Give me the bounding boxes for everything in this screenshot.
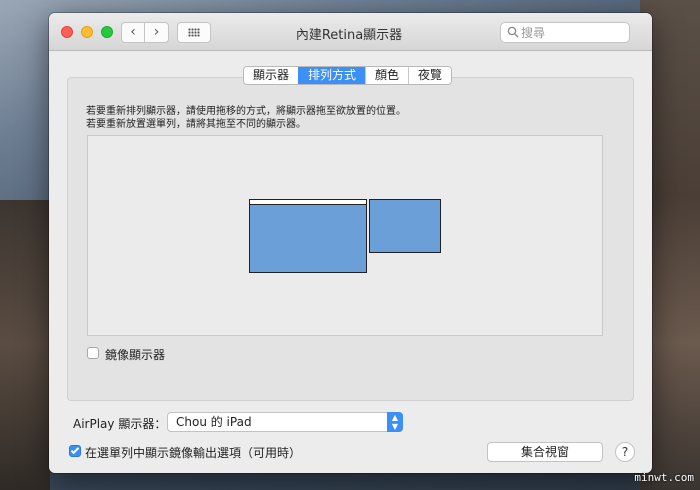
airplay-select[interactable]: Chou 的 iPad ▲ ▼ [167,412,403,432]
minimize-button[interactable] [81,26,93,38]
tab-color[interactable]: 顏色 [365,67,409,84]
magnifier-icon [507,26,519,38]
chevron-right-icon: › [153,24,160,40]
tab-arrangement[interactable]: 排列方式 [298,67,366,84]
main-display[interactable] [249,199,367,273]
tab-bar: 顯示器 排列方式 顏色 夜覽 [243,66,453,85]
preferences-window: ‹ › 內建Retina顯示器 顯示器 排列方式 顏色 夜覽 若要重新排列顯示器… [49,13,652,473]
show-mirroring-options-checkbox[interactable] [69,445,81,457]
display-arrangement-area [87,135,603,336]
titlebar: ‹ › 內建Retina顯示器 [49,13,652,51]
instruction-line-2: 若要重新放置選單列，請將其拖至不同的顯示器。 [86,119,306,130]
search-field[interactable] [500,22,630,43]
forward-button[interactable]: › [145,22,169,43]
close-button[interactable] [61,26,73,38]
help-button[interactable]: ? [615,442,635,462]
zoom-button[interactable] [101,26,113,38]
menu-bar-indicator[interactable] [250,200,366,205]
back-button[interactable]: ‹ [121,22,145,43]
show-all-button[interactable] [177,22,211,43]
secondary-display[interactable] [369,199,441,253]
gather-windows-button[interactable]: 集合視窗 [487,442,603,462]
chevron-left-icon: ‹ [130,24,136,40]
checkmark-icon [70,445,80,455]
watermark: minwt.com [634,471,694,484]
tab-display[interactable]: 顯示器 [244,67,299,84]
instruction-line-1: 若要重新排列顯示器，請使用拖移的方式，將顯示器拖至欲放置的位置。 [86,106,406,117]
instructions: 若要重新排列顯示器，請使用拖移的方式，將顯示器拖至欲放置的位置。 若要重新放置選… [86,105,406,131]
search-input[interactable] [521,25,626,41]
window-title: 內建Retina顯示器 [295,28,403,43]
mirror-displays-checkbox[interactable] [87,347,99,359]
airplay-selected-value: Chou 的 iPad [176,415,252,429]
show-mirroring-options-label: 在選單列中顯示鏡像輸出選項（可用時） [85,446,302,460]
mirror-displays-label: 鏡像顯示器 [105,348,166,362]
airplay-label: AirPlay 顯示器： [73,417,167,431]
desktop-rocks [0,200,50,490]
tab-night-shift[interactable]: 夜覽 [408,67,452,84]
chevron-updown-icon: ▲ ▼ [387,412,403,432]
grid-icon [188,28,200,37]
